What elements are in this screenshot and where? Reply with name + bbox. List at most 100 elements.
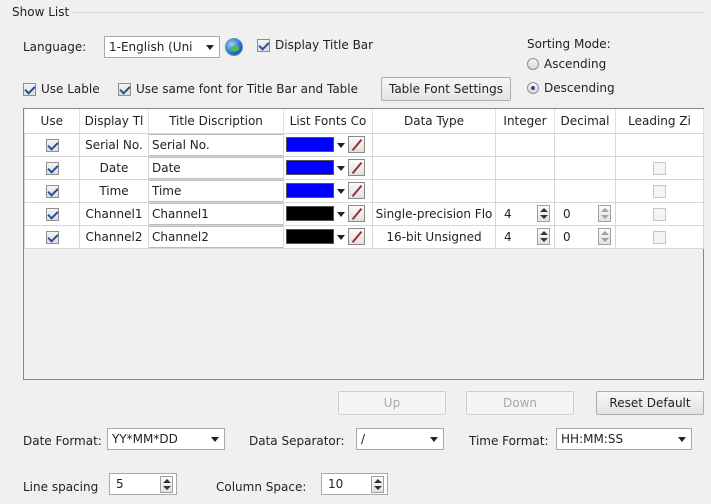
leading-zero-checkbox[interactable] — [653, 184, 666, 198]
header-list-fonts-color[interactable]: List Fonts Co — [283, 109, 373, 134]
chevron-down-icon[interactable] — [336, 229, 346, 244]
title-description-cell[interactable]: Channel1 — [148, 201, 284, 226]
font-color-cell[interactable] — [283, 178, 373, 203]
color-swatch[interactable] — [286, 137, 334, 152]
use-checkbox[interactable] — [45, 138, 59, 152]
chevron-down-icon[interactable] — [336, 183, 346, 198]
leading-zero-checkbox[interactable] — [653, 207, 666, 221]
leading-zero-checkbox[interactable] — [653, 230, 666, 244]
sort-descending-radio[interactable]: Descending — [527, 81, 615, 95]
integer-cell[interactable] — [495, 132, 555, 157]
use-cell[interactable] — [24, 178, 80, 203]
header-integer[interactable]: Integer — [495, 109, 555, 134]
date-format-value: YY*MM*DD — [112, 432, 178, 446]
time-format-combobox[interactable]: HH:MM:SS — [556, 428, 692, 450]
checkbox-icon — [118, 82, 131, 96]
use-cell[interactable] — [24, 155, 80, 180]
header-use[interactable]: Use — [24, 109, 80, 134]
data-separator-combobox[interactable]: / — [356, 428, 444, 450]
display-title-bar-checkbox[interactable]: Display Title Bar — [257, 38, 373, 52]
integer-cell[interactable]: 4 — [495, 224, 555, 249]
color-swatch[interactable] — [286, 160, 334, 175]
use-label-checkbox[interactable]: Use Lable — [23, 82, 100, 96]
color-picker-icon[interactable] — [348, 205, 365, 222]
color-swatch[interactable] — [286, 183, 334, 198]
integer-cell[interactable] — [495, 178, 555, 203]
chevron-down-icon[interactable] — [336, 160, 346, 175]
table-row[interactable]: Channel2 Channel2 16-bit Unsigned 4 0 — [24, 224, 704, 249]
integer-value: 4 — [504, 229, 512, 244]
decimal-value: 0 — [563, 229, 571, 244]
use-checkbox[interactable] — [45, 161, 59, 175]
move-up-button[interactable]: Up — [338, 391, 446, 415]
header-title-description[interactable]: Title Discription — [148, 109, 284, 134]
spin-arrows-icon[interactable] — [371, 476, 384, 493]
spin-arrows-icon[interactable] — [537, 228, 550, 245]
move-down-button[interactable]: Down — [466, 391, 574, 415]
chevron-down-icon[interactable] — [336, 206, 346, 221]
column-space-spinbox[interactable]: 10 — [321, 473, 388, 495]
spin-arrows-icon[interactable] — [537, 205, 550, 222]
color-picker-icon[interactable] — [348, 182, 365, 199]
color-picker-icon[interactable] — [348, 159, 365, 176]
line-spacing-label: Line spacing — [23, 480, 99, 494]
data-type-cell[interactable] — [372, 178, 496, 203]
leading-zero-cell[interactable] — [615, 224, 704, 249]
color-swatch[interactable] — [286, 229, 334, 244]
decimal-cell[interactable] — [554, 178, 616, 203]
data-type-cell[interactable] — [372, 155, 496, 180]
date-format-combobox[interactable]: YY*MM*DD — [107, 428, 225, 450]
header-decimal[interactable]: Decimal — [554, 109, 616, 134]
leading-zero-cell[interactable] — [615, 201, 704, 226]
header-leading-zero[interactable]: Leading Zi — [615, 109, 704, 134]
font-color-cell[interactable] — [283, 201, 373, 226]
integer-cell[interactable] — [495, 155, 555, 180]
decimal-cell[interactable] — [554, 155, 616, 180]
leading-zero-cell[interactable] — [615, 155, 704, 180]
spin-arrows-icon[interactable] — [160, 476, 173, 493]
globe-icon[interactable] — [225, 38, 243, 56]
title-description-cell[interactable]: Serial No. — [148, 132, 284, 157]
color-picker-icon[interactable] — [348, 136, 365, 153]
data-type-cell[interactable]: Single-precision Flo — [372, 201, 496, 226]
use-checkbox[interactable] — [45, 230, 59, 244]
font-color-cell[interactable] — [283, 224, 373, 249]
use-checkbox[interactable] — [45, 207, 59, 221]
table-row[interactable]: Serial No. Serial No. — [24, 132, 704, 157]
spin-arrows-icon[interactable] — [598, 205, 611, 222]
sort-ascending-radio[interactable]: Ascending — [527, 57, 606, 71]
leading-zero-cell[interactable] — [615, 132, 704, 157]
header-display-title[interactable]: Display Tl — [79, 109, 149, 134]
spin-arrows-icon[interactable] — [598, 228, 611, 245]
column-table[interactable]: Use Display Tl Title Discription List Fo… — [23, 108, 704, 380]
chevron-down-icon[interactable] — [336, 137, 346, 152]
use-cell[interactable] — [24, 201, 80, 226]
language-combobox[interactable]: 1-English (Uni — [104, 36, 220, 58]
color-swatch[interactable] — [286, 206, 334, 221]
font-color-cell[interactable] — [283, 132, 373, 157]
title-description-cell[interactable]: Channel2 — [148, 224, 284, 249]
decimal-cell[interactable] — [554, 132, 616, 157]
leading-zero-checkbox[interactable] — [653, 161, 666, 175]
font-color-cell[interactable] — [283, 155, 373, 180]
use-cell[interactable] — [24, 224, 80, 249]
table-row[interactable]: Channel1 Channel1 Single-precision Flo 4 0 — [24, 201, 704, 226]
use-checkbox[interactable] — [45, 184, 59, 198]
table-row[interactable]: Time Time — [24, 178, 704, 203]
leading-zero-cell[interactable] — [615, 178, 704, 203]
reset-default-button[interactable]: Reset Default — [596, 391, 704, 415]
decimal-cell[interactable]: 0 — [554, 224, 616, 249]
line-spacing-spinbox[interactable]: 5 — [109, 473, 177, 495]
same-font-checkbox[interactable]: Use same font for Title Bar and Table — [118, 82, 358, 96]
integer-cell[interactable]: 4 — [495, 201, 555, 226]
use-cell[interactable] — [24, 132, 80, 157]
header-data-type[interactable]: Data Type — [372, 109, 496, 134]
color-picker-icon[interactable] — [348, 228, 365, 245]
table-font-settings-button[interactable]: Table Font Settings — [381, 77, 511, 101]
data-type-cell[interactable] — [372, 132, 496, 157]
title-description-cell[interactable]: Date — [148, 155, 284, 180]
title-description-cell[interactable]: Time — [148, 178, 284, 203]
table-row[interactable]: Date Date — [24, 155, 704, 180]
decimal-cell[interactable]: 0 — [554, 201, 616, 226]
data-type-cell[interactable]: 16-bit Unsigned — [372, 224, 496, 249]
